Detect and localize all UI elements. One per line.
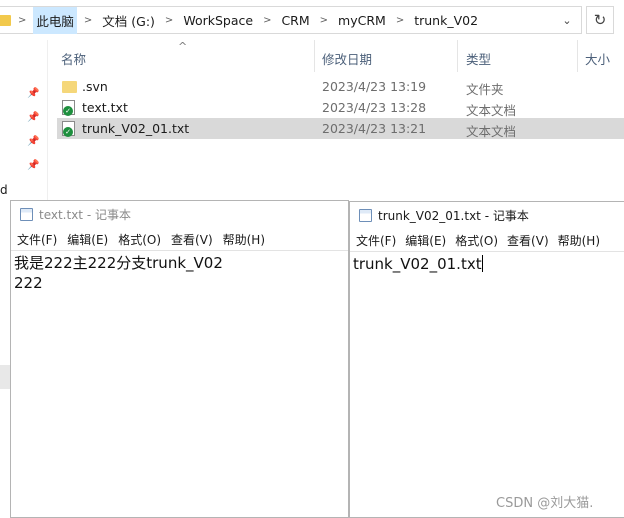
menu-edit[interactable]: 编辑(E) bbox=[67, 231, 108, 248]
chevron-right-icon[interactable]: > bbox=[313, 15, 335, 26]
breadcrumb-workspace[interactable]: WorkSpace bbox=[180, 9, 256, 32]
nav-item-fragment[interactable]: d bbox=[0, 183, 8, 197]
menu-format[interactable]: 格式(O) bbox=[118, 231, 161, 248]
file-date: 2023/4/23 13:19 bbox=[322, 79, 427, 94]
breadcrumb-crm[interactable]: CRM bbox=[278, 9, 312, 32]
menu-bar: 文件(F) 编辑(E) 格式(O) 查看(V) 帮助(H) bbox=[350, 230, 624, 252]
file-name: trunk_V02_01.txt bbox=[82, 121, 190, 136]
window-title: text.txt - 记事本 bbox=[39, 208, 131, 222]
menu-help[interactable]: 帮助(H) bbox=[558, 232, 600, 249]
column-headers: ^ 名称 修改日期 类型 大小 bbox=[48, 40, 624, 72]
column-header-date[interactable]: 修改日期 bbox=[322, 49, 372, 68]
pin-icon[interactable]: 📌 bbox=[27, 88, 39, 100]
column-header-type[interactable]: 类型 bbox=[466, 49, 491, 68]
text-file-icon: ✓ bbox=[62, 100, 75, 116]
file-type: 文件夹 bbox=[466, 82, 504, 97]
breadcrumb-trunk-v02[interactable]: trunk_V02 bbox=[411, 9, 481, 32]
notepad-icon bbox=[359, 209, 372, 222]
chevron-right-icon[interactable]: > bbox=[11, 15, 33, 26]
file-date: 2023/4/23 13:21 bbox=[322, 121, 427, 136]
watermark: CSDN @刘大猫. bbox=[496, 496, 594, 511]
menu-edit[interactable]: 编辑(E) bbox=[405, 232, 446, 249]
menu-view[interactable]: 查看(V) bbox=[507, 232, 549, 249]
file-date: 2023/4/23 13:28 bbox=[322, 100, 427, 115]
file-type: 文本文档 bbox=[466, 124, 517, 139]
navigation-pane: 📌 📌 📌 📌 bbox=[0, 40, 48, 205]
file-explorer-window: > 此电脑 > 文档 (G:) > WorkSpace > CRM > myCR… bbox=[0, 0, 624, 205]
text-editor[interactable]: 我是222主222分支trunk_V02 222 bbox=[14, 253, 223, 293]
chevron-right-icon[interactable]: > bbox=[389, 15, 411, 26]
text-editor[interactable]: trunk_V02_01.txt bbox=[353, 254, 483, 274]
address-row: > 此电脑 > 文档 (G:) > WorkSpace > CRM > myCR… bbox=[0, 6, 624, 34]
column-header-name[interactable]: 名称 bbox=[61, 49, 86, 68]
sort-up-icon: ^ bbox=[178, 40, 188, 53]
column-divider[interactable] bbox=[457, 40, 458, 72]
check-badge-icon: ✓ bbox=[63, 106, 73, 116]
chevron-right-icon[interactable]: > bbox=[77, 15, 99, 26]
breadcrumb-this-pc[interactable]: 此电脑 bbox=[33, 6, 77, 34]
file-type: 文本文档 bbox=[466, 103, 517, 118]
title-bar[interactable]: text.txt - 记事本 bbox=[11, 201, 348, 228]
breadcrumb-drive-g[interactable]: 文档 (G:) bbox=[99, 7, 158, 34]
address-bar[interactable]: > 此电脑 > 文档 (G:) > WorkSpace > CRM > myCR… bbox=[0, 6, 582, 34]
file-row[interactable]: .svn 2023/4/23 13:19 文件夹 bbox=[57, 76, 624, 97]
pin-icon[interactable]: 📌 bbox=[27, 136, 39, 148]
text-caret bbox=[481, 255, 483, 272]
menu-bar: 文件(F) 编辑(E) 格式(O) 查看(V) 帮助(H) bbox=[11, 229, 348, 251]
menu-help[interactable]: 帮助(H) bbox=[223, 231, 265, 248]
folder-icon bbox=[0, 14, 11, 26]
column-header-size[interactable]: 大小 bbox=[585, 49, 610, 68]
check-badge-icon: ✓ bbox=[63, 127, 73, 137]
pin-icon[interactable]: 📌 bbox=[27, 160, 39, 172]
notepad-window-text: text.txt - 记事本 文件(F) 编辑(E) 格式(O) 查看(V) 帮… bbox=[10, 200, 349, 518]
notepad-icon bbox=[20, 208, 33, 221]
text-file-icon: ✓ bbox=[62, 121, 75, 137]
background-highlight bbox=[0, 365, 10, 389]
refresh-icon: ↻ bbox=[593, 11, 607, 29]
menu-view[interactable]: 查看(V) bbox=[171, 231, 213, 248]
column-divider[interactable] bbox=[577, 40, 578, 72]
file-name: text.txt bbox=[82, 100, 128, 115]
menu-file[interactable]: 文件(F) bbox=[356, 232, 396, 249]
file-name: .svn bbox=[82, 79, 108, 94]
window-title: trunk_V02_01.txt - 记事本 bbox=[378, 209, 529, 223]
text-line: 我是222主222分支trunk_V02 bbox=[14, 254, 223, 272]
chevron-right-icon[interactable]: > bbox=[256, 15, 278, 26]
title-bar[interactable]: trunk_V02_01.txt - 记事本 bbox=[350, 202, 624, 229]
pin-icon[interactable]: 📌 bbox=[27, 112, 39, 124]
refresh-button[interactable]: ↻ bbox=[586, 6, 614, 34]
column-divider[interactable] bbox=[314, 40, 315, 72]
file-row[interactable]: ✓ text.txt 2023/4/23 13:28 文本文档 bbox=[57, 97, 624, 118]
background-strip bbox=[0, 205, 10, 518]
text-line: trunk_V02_01.txt bbox=[353, 255, 482, 273]
notepad-window-trunk: trunk_V02_01.txt - 记事本 文件(F) 编辑(E) 格式(O)… bbox=[349, 201, 624, 518]
menu-file[interactable]: 文件(F) bbox=[17, 231, 57, 248]
chevron-down-icon[interactable]: ⌄ bbox=[555, 7, 579, 33]
breadcrumb-mycrm[interactable]: myCRM bbox=[335, 9, 389, 32]
menu-format[interactable]: 格式(O) bbox=[455, 232, 498, 249]
text-line: 222 bbox=[14, 274, 43, 292]
chevron-right-icon[interactable]: > bbox=[158, 15, 180, 26]
file-row-selected[interactable]: ✓ trunk_V02_01.txt 2023/4/23 13:21 文本文档 bbox=[57, 118, 624, 139]
folder-icon bbox=[62, 81, 77, 93]
